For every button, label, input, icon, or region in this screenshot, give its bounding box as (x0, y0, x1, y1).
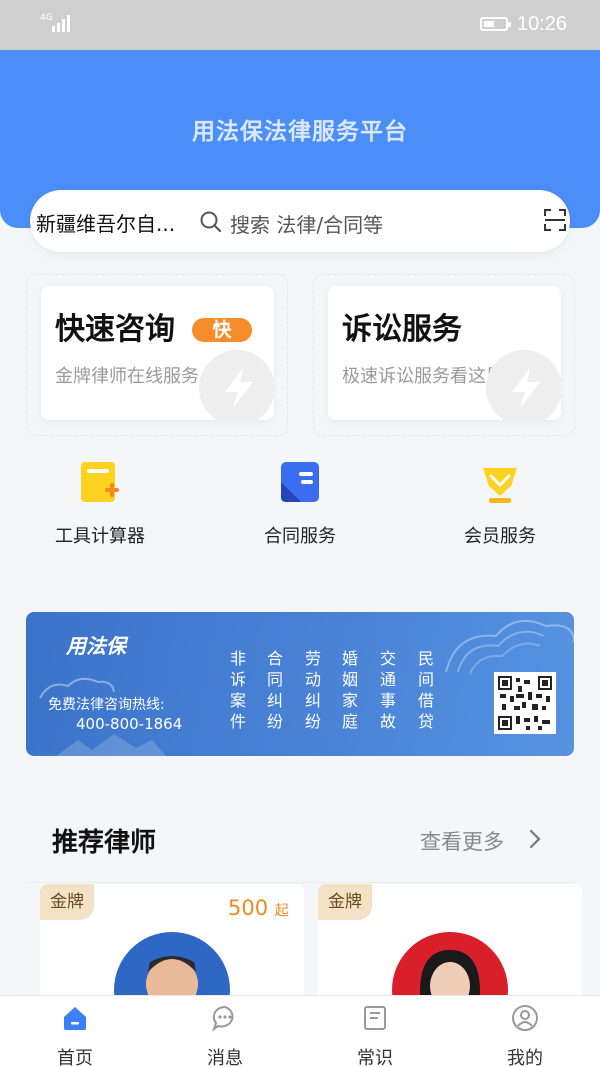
banner-brand: 用法保 (66, 634, 126, 658)
search-icon (200, 211, 222, 233)
profile-icon (512, 1005, 538, 1031)
tab-home[interactable]: 首页 (25, 1004, 125, 1067)
quick-link-label: 工具计算器 (55, 526, 145, 547)
lawyer-card[interactable]: 金牌 (318, 884, 582, 1004)
chevron-right-icon[interactable] (526, 829, 544, 849)
search-bar[interactable]: 新疆维吾尔自... 搜索 法律/合同等 (30, 190, 570, 252)
home-icon (64, 1007, 86, 1030)
avatar (392, 932, 508, 1004)
qr-code-icon (494, 672, 556, 734)
card-title: 快速咨询 (55, 312, 175, 347)
bottom-tab-bar: 首页 消息 常识 我的 (0, 995, 600, 1067)
divider (26, 882, 574, 883)
gold-badge: 金牌 (40, 884, 94, 920)
page-title: 用法保法律服务平台 (192, 119, 408, 145)
lightning-icon (199, 350, 274, 420)
litigation-card[interactable]: 诉讼服务 极速诉讼服务看这里 (328, 286, 561, 420)
battery-icon (480, 17, 511, 31)
contract-icon (281, 462, 319, 502)
tab-label: 消息 (207, 1048, 243, 1067)
tab-messages[interactable]: 消息 (175, 1004, 275, 1067)
service-card-wrap: 诉讼服务 极速诉讼服务看这里 (313, 274, 575, 436)
hotline-label: 免费法律咨询热线: (48, 697, 165, 713)
card-subtitle: 极速诉讼服务看这里 (342, 366, 504, 387)
tab-label: 首页 (57, 1048, 93, 1067)
card-title: 诉讼服务 (342, 312, 462, 347)
message-icon (212, 1005, 234, 1032)
avatar (114, 932, 230, 1004)
network-type: 4G (40, 13, 53, 23)
see-more-link[interactable]: 查看更多 (420, 826, 504, 856)
quick-link-calculator[interactable]: 工具计算器 (20, 460, 180, 548)
vip-icon (483, 468, 517, 503)
calculator-icon (81, 462, 119, 502)
gold-badge: 金牌 (318, 884, 372, 920)
lightning-icon (486, 350, 561, 420)
status-time: 10:26 (517, 13, 568, 35)
search-input[interactable]: 搜索 法律/合同等 (230, 209, 383, 238)
tab-label: 我的 (507, 1048, 543, 1067)
knowledge-icon (364, 1006, 386, 1030)
section-title: 推荐律师 (52, 828, 157, 858)
tab-label: 常识 (357, 1048, 393, 1067)
mountain-decoration (56, 734, 166, 756)
service-card-wrap: 快速咨询 快 金牌律师在线服务 (26, 274, 288, 436)
quick-consult-card[interactable]: 快速咨询 快 金牌律师在线服务 (41, 286, 274, 420)
quick-link-contract[interactable]: 合同服务 (220, 460, 380, 548)
scan-icon[interactable] (544, 209, 566, 231)
status-bar: 4G 10:26 (0, 0, 600, 50)
card-subtitle: 金牌律师在线服务 (55, 366, 199, 387)
quick-link-label: 会员服务 (464, 526, 536, 547)
hotline-number: 400-800-1864 (76, 715, 183, 733)
tab-knowledge[interactable]: 常识 (325, 1004, 425, 1067)
lawyer-card[interactable]: 金牌 500 起 (40, 884, 304, 1004)
tab-profile[interactable]: 我的 (475, 1004, 575, 1067)
quick-link-label: 合同服务 (264, 526, 336, 547)
quick-link-vip[interactable]: 会员服务 (420, 460, 580, 548)
promo-banner[interactable]: 用法保 免费法律咨询热线: 400-800-1864 非诉案件 合同纠纷 劳动纠… (26, 612, 574, 756)
signal-icon (52, 15, 70, 32)
region-selector[interactable]: 新疆维吾尔自... (36, 208, 175, 237)
lawyer-price: 500 起 (228, 896, 289, 920)
fast-badge: 快 (192, 318, 252, 342)
